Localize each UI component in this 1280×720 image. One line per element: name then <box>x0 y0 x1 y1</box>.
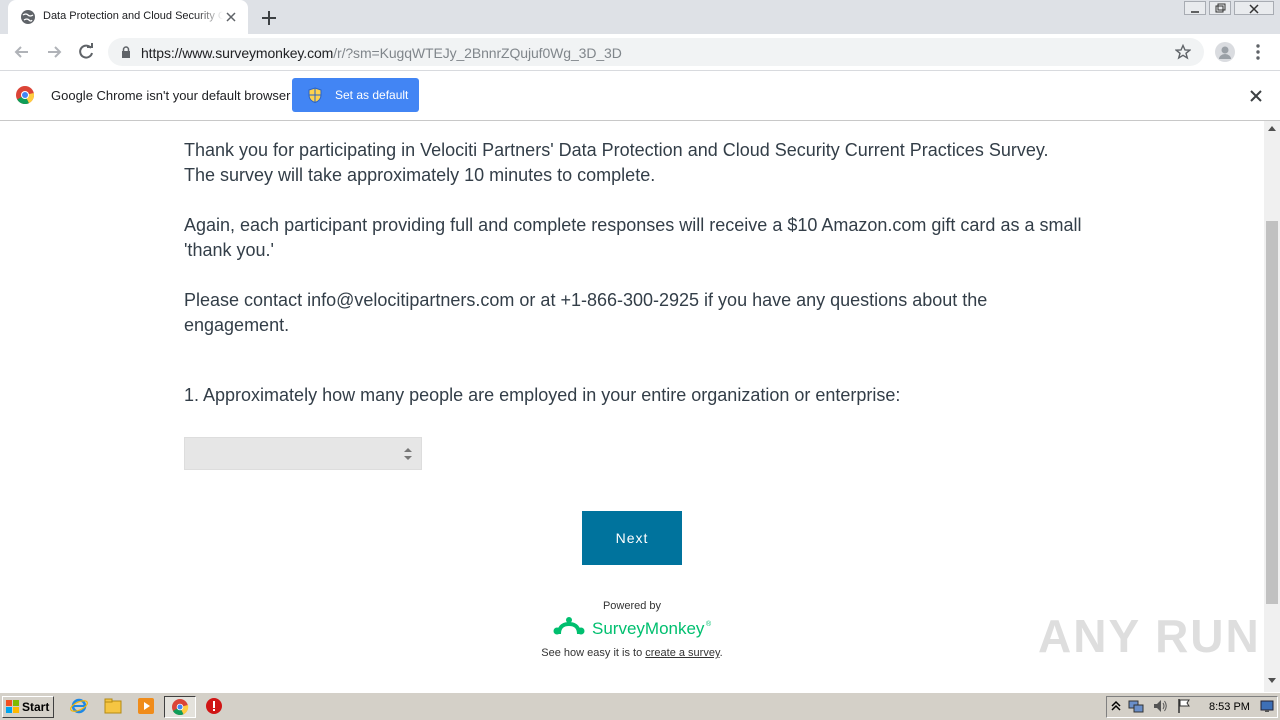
windows-flag-icon <box>6 700 19 713</box>
chrome-logo-icon <box>16 86 34 104</box>
set-as-default-label: Set as default <box>335 88 409 102</box>
intro-paragraph: Thank you for participating in Velociti … <box>184 140 1049 185</box>
trademark-mark: ® <box>706 621 712 628</box>
surveymonkey-brand[interactable]: SurveyMonkey <box>592 619 704 639</box>
scroll-down-icon[interactable] <box>1268 678 1276 684</box>
show-desktop-icon[interactable] <box>1260 699 1274 713</box>
create-survey-link[interactable]: create a survey <box>645 647 719 659</box>
new-tab-icon[interactable] <box>260 9 278 27</box>
internet-explorer-icon[interactable] <box>70 697 88 715</box>
vertical-scrollbar[interactable] <box>1264 121 1280 692</box>
more-menu-icon[interactable] <box>1252 42 1264 62</box>
close-infobar-icon[interactable] <box>1248 88 1264 104</box>
anyrun-watermark: ANY RUN <box>1038 610 1261 662</box>
close-tab-icon[interactable] <box>224 10 238 24</box>
action-center-flag-icon[interactable] <box>1176 698 1192 714</box>
tab-strip: Data Protection and Cloud Security Curre… <box>0 0 1280 34</box>
contact-paragraph: Please contact info@velocitipartners.com… <box>184 290 988 335</box>
surveymonkey-logo-icon[interactable] <box>553 616 585 640</box>
footer-period: . <box>719 647 723 659</box>
restore-icon <box>1215 3 1226 13</box>
windows-taskbar: Start 8:53 PM <box>0 692 1280 720</box>
next-button[interactable]: Next <box>582 511 682 565</box>
set-as-default-button[interactable]: Set as default <box>292 78 419 112</box>
infobar-message: Google Chrome isn't your default browser <box>51 88 291 103</box>
address-bar[interactable]: https://www.surveymonkey.com/r/?sm=KugqW… <box>108 38 1204 66</box>
close-icon <box>1249 4 1259 14</box>
start-label: Start <box>22 700 50 714</box>
start-button[interactable]: Start <box>2 696 54 718</box>
footer-promo-text: See how easy it is to <box>541 647 646 659</box>
url-path: /r/?sm=KugqWTEJy_2BnnrZQujuf0Wg_3D_3D <box>333 45 622 61</box>
question-1-title: 1. Approximately how many people are emp… <box>184 385 901 405</box>
media-player-icon[interactable] <box>137 697 155 715</box>
restore-window-button[interactable] <box>1209 1 1231 15</box>
taskbar-clock[interactable]: 8:53 PM <box>1209 701 1250 713</box>
tab-title: Data Protection and Cloud Security Curre… <box>43 10 223 22</box>
stop-sign-icon[interactable] <box>205 697 223 715</box>
url-text: https://www.surveymonkey.com/r/?sm=KugqW… <box>141 45 622 61</box>
browser-tab[interactable]: Data Protection and Cloud Security Curre… <box>8 0 248 34</box>
lock-icon <box>122 46 130 58</box>
browser-toolbar: https://www.surveymonkey.com/r/?sm=KugqW… <box>0 34 1280 71</box>
bookmark-star-icon[interactable] <box>1175 44 1191 60</box>
url-host: https://www.surveymonkey.com <box>141 45 334 61</box>
gift-card-paragraph: Again, each participant providing full a… <box>184 215 1082 260</box>
select-arrows-icon <box>404 448 412 460</box>
survey-page: Thank you for participating in Velociti … <box>0 121 1264 692</box>
scroll-up-icon[interactable] <box>1268 125 1276 131</box>
default-browser-infobar: Google Chrome isn't your default browser… <box>0 71 1280 121</box>
minimize-window-button[interactable] <box>1184 1 1206 15</box>
shield-icon <box>308 87 322 103</box>
employee-count-select[interactable] <box>184 437 422 470</box>
chrome-taskbar-button[interactable] <box>164 696 196 718</box>
volume-icon[interactable] <box>1152 698 1168 714</box>
reload-icon[interactable] <box>76 42 96 62</box>
network-icon[interactable] <box>1128 698 1144 714</box>
file-explorer-icon[interactable] <box>104 697 122 715</box>
back-icon[interactable] <box>12 42 32 62</box>
profile-avatar-icon[interactable] <box>1215 42 1235 62</box>
minimize-icon <box>1191 11 1199 13</box>
close-window-button[interactable] <box>1234 1 1274 15</box>
forward-icon[interactable] <box>44 42 64 62</box>
scrollbar-thumb[interactable] <box>1266 221 1278 604</box>
system-tray: 8:53 PM <box>1106 696 1278 718</box>
globe-icon <box>21 10 35 24</box>
show-hidden-icons-icon[interactable] <box>1110 699 1122 713</box>
chrome-icon <box>172 699 189 716</box>
